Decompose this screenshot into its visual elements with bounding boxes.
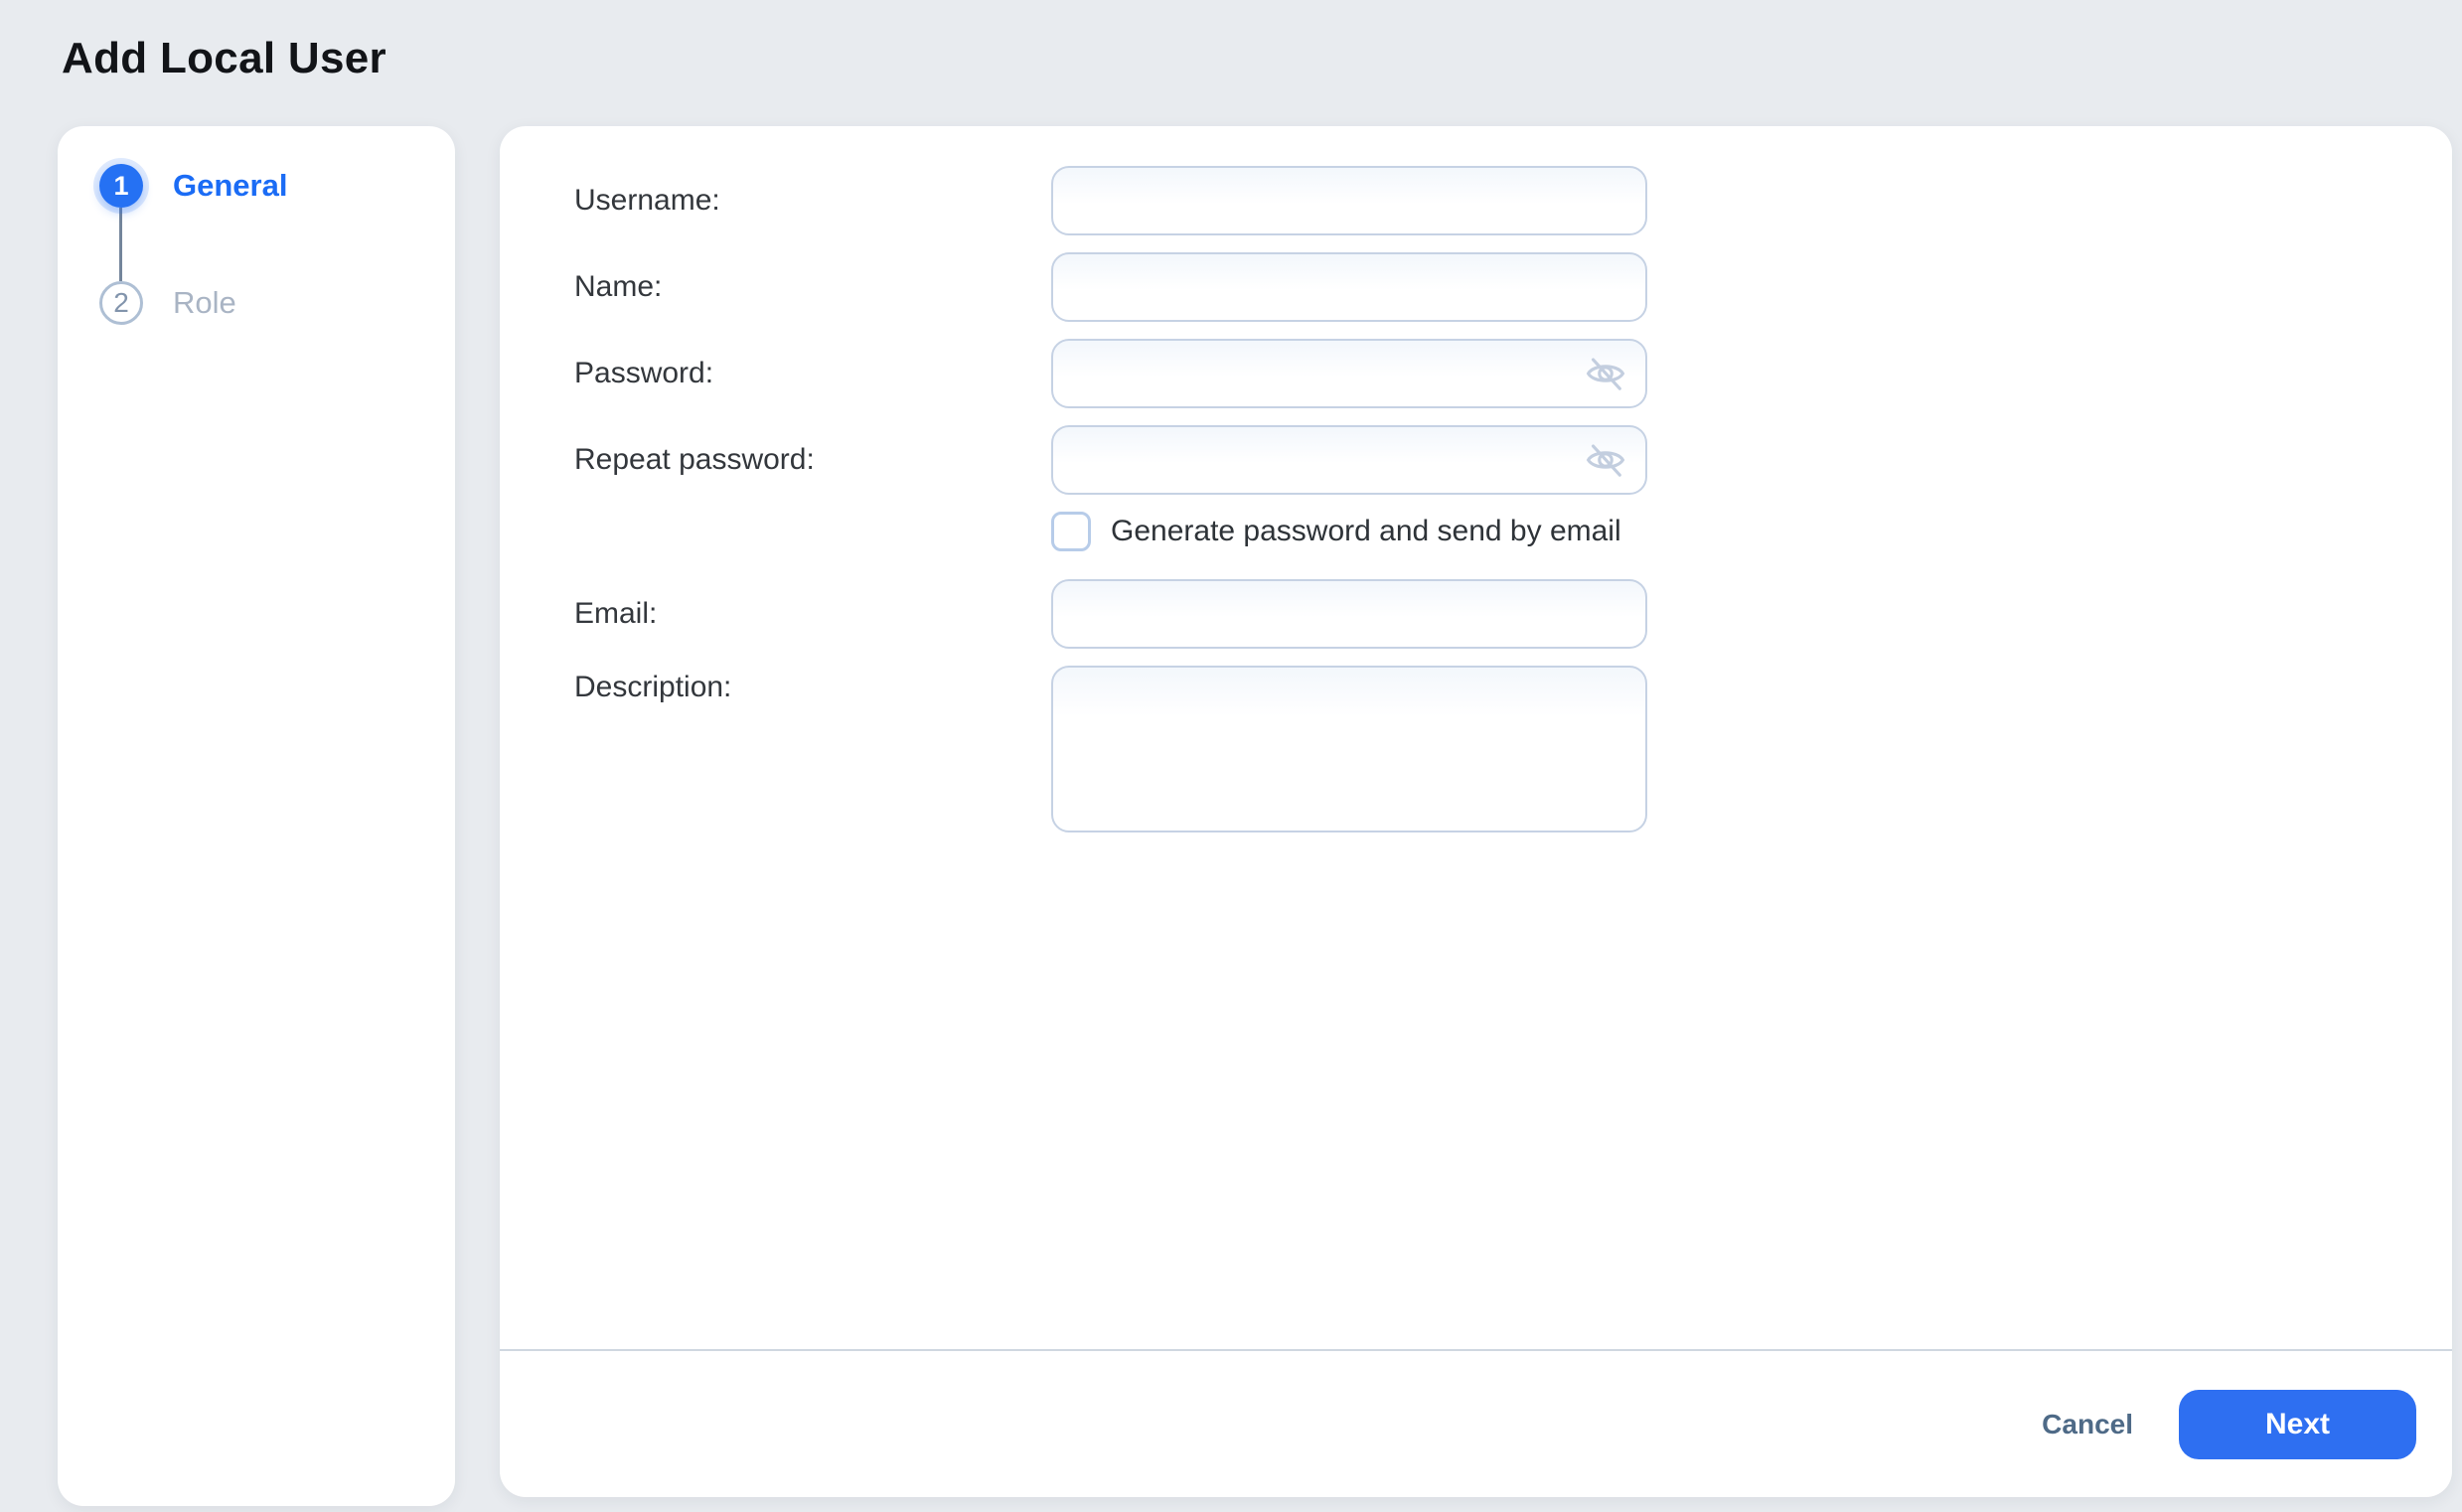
generate-password-label[interactable]: Generate password and send by email bbox=[1111, 515, 1621, 548]
footer-bar: Cancel Next bbox=[500, 1349, 2452, 1497]
eye-off-icon[interactable] bbox=[1584, 352, 1627, 395]
username-field bbox=[1051, 166, 1647, 235]
username-input[interactable] bbox=[1051, 166, 1647, 235]
email-input[interactable] bbox=[1051, 579, 1647, 649]
repeat-password-field bbox=[1051, 425, 1647, 495]
generate-password-checkbox[interactable] bbox=[1051, 512, 1091, 551]
wizard-step-role[interactable]: 2 Role bbox=[99, 281, 455, 325]
step-1-indicator: 1 bbox=[99, 164, 143, 208]
step-connector-line bbox=[119, 208, 122, 281]
eye-off-icon[interactable] bbox=[1584, 438, 1627, 482]
username-label: Username: bbox=[574, 184, 720, 217]
description-row: Description: bbox=[574, 666, 2452, 832]
description-label: Description: bbox=[574, 671, 732, 703]
password-label: Password: bbox=[574, 357, 714, 389]
wizard-steps-panel: 1 General 2 Role bbox=[58, 126, 455, 1506]
repeat-password-input[interactable] bbox=[1051, 425, 1647, 495]
name-input[interactable] bbox=[1051, 252, 1647, 322]
step-2-label: Role bbox=[173, 285, 236, 320]
email-row: Email: bbox=[574, 579, 2452, 649]
next-button[interactable]: Next bbox=[2179, 1389, 2416, 1459]
name-field bbox=[1051, 252, 1647, 322]
repeat-password-label: Repeat password: bbox=[574, 443, 815, 476]
page-title: Add Local User bbox=[62, 34, 386, 82]
password-field bbox=[1051, 339, 1647, 408]
description-textarea[interactable] bbox=[1051, 666, 1647, 832]
description-field bbox=[1051, 666, 1647, 832]
email-label: Email: bbox=[574, 597, 658, 630]
username-row: Username: bbox=[574, 166, 2452, 235]
repeat-password-row: Repeat password: bbox=[574, 425, 2452, 495]
password-input[interactable] bbox=[1051, 339, 1647, 408]
form-panel: Username: Name: Password: Repeat passwor… bbox=[500, 126, 2452, 1497]
step-1-label: General bbox=[173, 168, 288, 203]
name-row: Name: bbox=[574, 252, 2452, 322]
generate-password-row: Generate password and send by email bbox=[1051, 512, 2452, 551]
password-row: Password: bbox=[574, 339, 2452, 408]
step-2-indicator: 2 bbox=[99, 281, 143, 325]
cancel-button[interactable]: Cancel bbox=[2036, 1408, 2139, 1441]
general-form: Username: Name: Password: Repeat passwor… bbox=[500, 126, 2452, 1349]
email-field bbox=[1051, 579, 1647, 649]
name-label: Name: bbox=[574, 270, 663, 303]
wizard-step-general[interactable]: 1 General bbox=[99, 164, 455, 208]
